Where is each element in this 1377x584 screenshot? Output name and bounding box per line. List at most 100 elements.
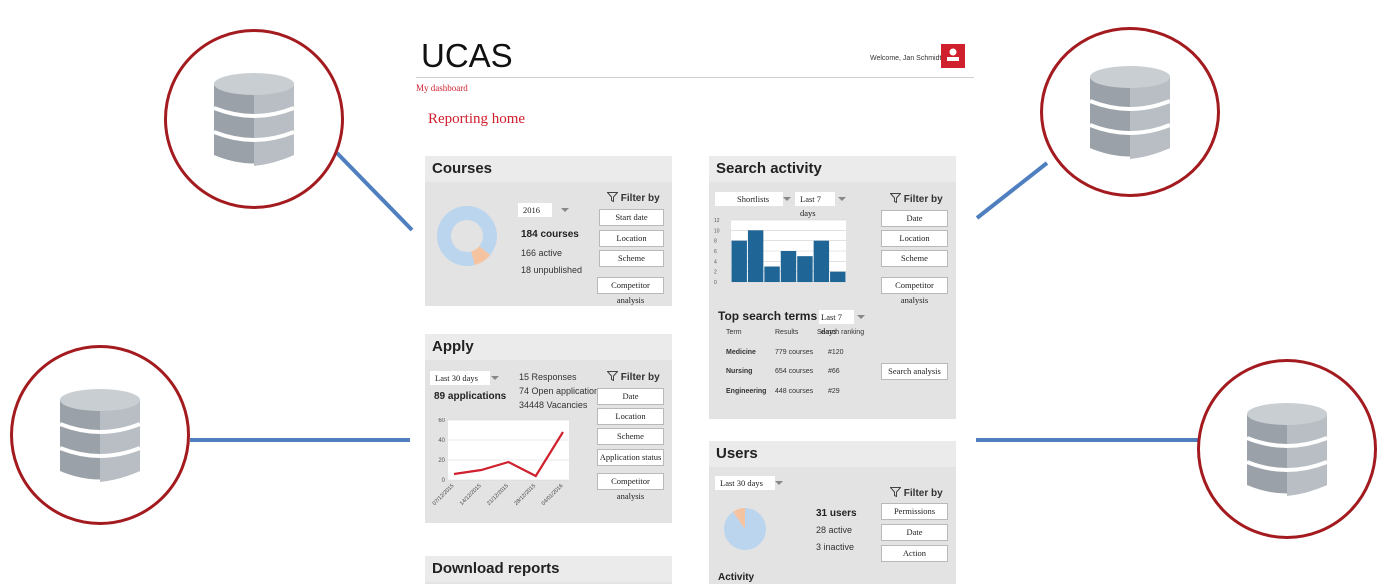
chevron-down-icon[interactable] (783, 197, 791, 201)
y-tick-label: 2 (714, 270, 717, 276)
courses-unpublished: 18 unpublished (521, 265, 583, 275)
y-tick-label: 60 (438, 418, 445, 424)
top-terms-period-select[interactable]: Last 7 days (819, 310, 854, 336)
table-row-ranking: #120 (828, 349, 844, 356)
responses-count: 15 Responses (519, 372, 577, 382)
panel-title[interactable]: Download reports (425, 556, 672, 582)
y-tick-label: 0 (714, 280, 717, 286)
chevron-down-icon[interactable] (775, 481, 783, 485)
location-button[interactable]: Location (599, 230, 664, 247)
date-button[interactable]: Date (881, 524, 948, 541)
users-active: 28 active (816, 525, 853, 535)
download-reports-panel: Download reports (425, 556, 672, 584)
panel-title: Apply (425, 334, 672, 360)
competitor-analysis-button[interactable]: Competitor analysis (881, 277, 948, 305)
chevron-down-icon[interactable] (561, 208, 569, 212)
start-date-button[interactable]: Start date (599, 209, 664, 226)
x-tick-label: 21/12/2015 (486, 483, 510, 507)
welcome-text: Welcome, Jan Schmidt (870, 55, 942, 62)
courses-active: 166 active (521, 248, 563, 258)
column-header-term: Term (726, 329, 742, 336)
y-tick-label: 4 (714, 259, 717, 265)
type-select[interactable]: Shortlists (715, 192, 783, 206)
search-analysis-button[interactable]: Search analysis (881, 363, 948, 380)
database-icon (60, 388, 140, 482)
competitor-analysis-button[interactable]: Competitor analysis (597, 473, 664, 501)
users-panel: Users Last 30 days 31 users 28 active 3 … (709, 441, 956, 584)
table-row-term: Nursing (726, 368, 753, 375)
filter-label: Filter by (606, 371, 660, 383)
action-button[interactable]: Action (881, 545, 948, 562)
period-select[interactable]: Last 7 days (795, 192, 835, 218)
bar (764, 266, 780, 282)
panel-title: Users (709, 441, 956, 467)
database-node-bottom-right (1197, 359, 1377, 539)
courses-donut-chart (437, 206, 497, 266)
y-tick-label: 20 (438, 458, 445, 464)
table-row-results: 448 courses (775, 388, 814, 395)
filter-icon (606, 371, 619, 382)
chevron-down-icon[interactable] (491, 376, 499, 380)
filter-label: Filter by (889, 193, 943, 205)
scheme-button[interactable]: Scheme (597, 428, 664, 445)
competitor-analysis-button[interactable]: Competitor analysis (597, 277, 664, 305)
applications-line-chart: 0 20 40 60 07/12/2015 14/12/2015 21/12/2015 28… (432, 418, 569, 507)
database-icon (1090, 65, 1170, 159)
user-icon (947, 48, 959, 61)
page-title: Reporting home (428, 111, 526, 127)
ucas-logo[interactable]: UCAS (421, 37, 513, 75)
period-select[interactable]: Last 30 days (430, 371, 490, 385)
y-tick-label: 40 (438, 438, 445, 444)
filter-icon (606, 192, 619, 203)
y-tick-label: 6 (714, 249, 717, 255)
bar (780, 251, 797, 282)
bar (747, 230, 764, 282)
table-row-results: 779 courses (775, 349, 814, 356)
users-inactive: 3 inactive (816, 542, 855, 552)
application-status-button[interactable]: Application status (597, 449, 664, 466)
permissions-button[interactable]: Permissions (881, 503, 948, 520)
applications-total: 89 applications (434, 391, 507, 402)
user-account-button[interactable] (941, 44, 965, 68)
date-button[interactable]: Date (881, 210, 948, 227)
filter-icon (889, 487, 902, 498)
database-node-top-right (1040, 27, 1220, 197)
panel-title: Courses (425, 156, 672, 182)
database-node-top-left (164, 29, 344, 209)
breadcrumb[interactable]: My dashboard (416, 83, 468, 93)
x-tick-label: 07/12/2015 (432, 483, 456, 507)
period-select[interactable]: Last 30 days (715, 476, 775, 490)
line-chart-x-labels: 07/12/2015 14/12/2015 21/12/2015 28/12/2015… (432, 483, 565, 507)
bar (731, 240, 747, 282)
chevron-down-icon[interactable] (838, 197, 846, 201)
x-tick-label: 14/12/2015 (459, 483, 483, 507)
connector-line-top-left (335, 151, 414, 232)
chevron-down-icon[interactable] (857, 315, 865, 319)
apply-panel: Apply Last 30 days 89 applications 15 Re… (425, 334, 672, 523)
scheme-button[interactable]: Scheme (881, 250, 948, 267)
x-tick-label: 04/01/2016 (541, 483, 565, 507)
filter-icon (889, 193, 902, 204)
y-tick-label: 0 (442, 478, 446, 484)
y-tick-label: 8 (714, 239, 717, 245)
connector-line-top-right (975, 161, 1049, 220)
search-activity-panel: Search activity Shortlists Last 7 days 0… (709, 156, 956, 419)
filter-label: Filter by (889, 487, 943, 499)
table-row-term: Engineering (726, 388, 767, 395)
filter-label: Filter by (606, 192, 660, 204)
database-icon (214, 72, 294, 166)
date-button[interactable]: Date (597, 388, 664, 405)
column-header-ranking: Search ranking (817, 329, 865, 336)
scheme-button[interactable]: Scheme (599, 250, 664, 267)
database-icon (1247, 402, 1327, 496)
database-node-bottom-left (10, 345, 190, 525)
open-applications-count: 74 Open applications (519, 386, 604, 396)
location-button[interactable]: Location (597, 408, 664, 425)
activity-heading: Activity (718, 572, 755, 583)
vacancies-count: 34448 Vacancies (519, 400, 588, 410)
table-row-results: 654 courses (775, 368, 814, 375)
header-divider (416, 77, 974, 78)
column-header-results: Results (775, 329, 799, 336)
year-select[interactable]: 2016 (518, 203, 552, 217)
location-button[interactable]: Location (881, 230, 948, 247)
